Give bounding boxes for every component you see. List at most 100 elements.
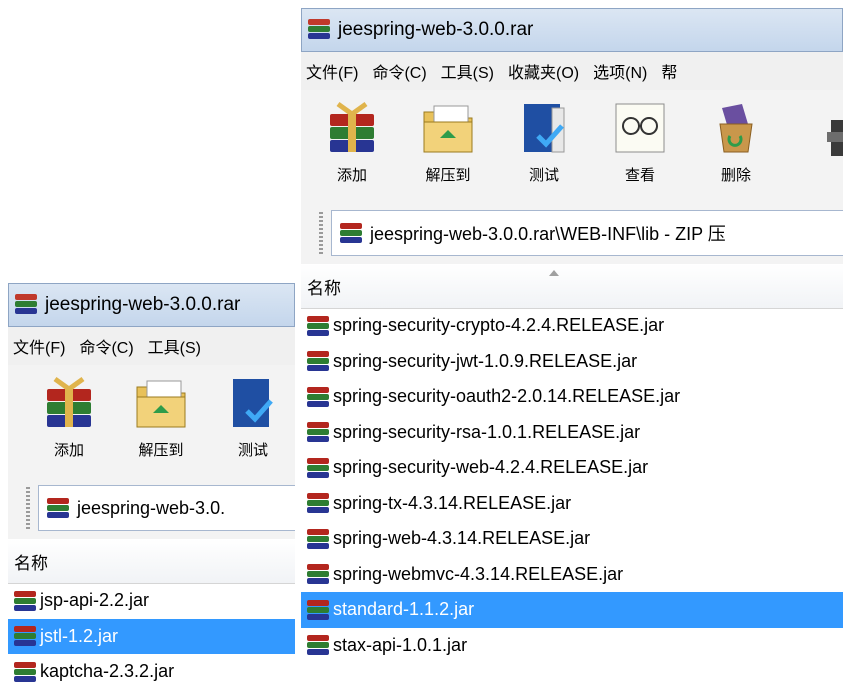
rar-archive-icon — [15, 294, 37, 316]
address-bar: jeespring-web-3.0. — [8, 477, 295, 540]
file-row[interactable]: spring-webmvc-4.3.14.RELEASE.jar — [301, 557, 843, 593]
extract-to-button[interactable]: 解压到 — [411, 100, 485, 185]
file-name: jsp-api-2.2.jar — [40, 590, 150, 611]
extract-folder-icon — [133, 375, 189, 431]
menu-tools[interactable]: 工具(S) — [145, 334, 212, 358]
address-grip[interactable] — [319, 212, 323, 254]
delete-button[interactable]: 删除 — [699, 100, 773, 185]
menu-commands[interactable]: 命令(C) — [76, 334, 144, 358]
menu-bar: 文件(F) 命令(C) 工具(S) 收藏夹(O) 选项(N) 帮 — [301, 52, 843, 91]
file-row[interactable]: kaptcha-2.3.2.jar — [8, 654, 295, 688]
path-text: jeespring-web-3.0. — [77, 497, 226, 518]
file-name: spring-web-4.3.14.RELEASE.jar — [333, 528, 591, 549]
delete-label: 删除 — [720, 167, 751, 184]
file-name: spring-security-web-4.2.4.RELEASE.jar — [333, 457, 649, 478]
test-book-icon — [225, 375, 281, 431]
file-list: spring-security-crypto-4.2.4.RELEASE.jar… — [301, 308, 843, 663]
file-name: spring-security-rsa-1.0.1.RELEASE.jar — [333, 421, 641, 442]
jar-file-icon — [14, 590, 36, 611]
extract-to-label: 解压到 — [138, 442, 184, 459]
file-name: stax-api-1.0.1.jar — [333, 634, 468, 655]
file-row[interactable]: spring-security-rsa-1.0.1.RELEASE.jar — [301, 415, 843, 451]
file-row[interactable]: spring-security-oauth2-2.0.14.RELEASE.ja… — [301, 379, 843, 415]
title-bar[interactable]: jeespring-web-3.0.0.rar — [8, 283, 295, 327]
jar-file-icon — [307, 351, 329, 372]
jar-file-icon — [307, 493, 329, 514]
menu-commands[interactable]: 命令(C) — [369, 59, 437, 83]
menu-tools[interactable]: 工具(S) — [438, 59, 505, 83]
next-tool-icon[interactable] — [817, 114, 843, 164]
jar-file-icon — [307, 386, 329, 407]
menu-file[interactable]: 文件(F) — [303, 59, 369, 83]
address-bar: jeespring-web-3.0.0.rar\WEB-INF\lib - ZI… — [301, 202, 843, 265]
jar-file-icon — [307, 635, 329, 656]
file-name: spring-security-crypto-4.2.4.RELEASE.jar — [333, 315, 665, 336]
test-label: 测试 — [528, 167, 559, 184]
menu-file[interactable]: 文件(F) — [10, 334, 76, 358]
address-grip[interactable] — [26, 487, 30, 529]
menu-favorites[interactable]: 收藏夹(O) — [505, 59, 590, 83]
column-header-name[interactable]: 名称 — [8, 539, 295, 584]
rar-archive-icon — [47, 498, 69, 518]
menu-bar: 文件(F) 命令(C) 工具(S) — [8, 327, 295, 366]
add-button[interactable]: 添加 — [315, 100, 389, 185]
test-button[interactable]: 测试 — [507, 100, 581, 185]
file-row[interactable]: stax-api-1.0.1.jar — [301, 628, 843, 664]
add-button[interactable]: 添加 — [32, 375, 106, 460]
column-name-label: 名称 — [307, 278, 341, 298]
file-row[interactable]: spring-security-web-4.2.4.RELEASE.jar — [301, 450, 843, 486]
rar-archive-icon — [340, 223, 362, 243]
column-name-label: 名称 — [14, 553, 48, 573]
file-row[interactable]: jsp-api-2.2.jar — [8, 583, 295, 619]
toolbar: 添加 解压到 测试 — [8, 365, 295, 477]
extract-to-button[interactable]: 解压到 — [124, 375, 198, 460]
rar-archive-icon — [308, 19, 330, 41]
jar-file-icon — [307, 528, 329, 549]
menu-options[interactable]: 选项(N) — [590, 59, 658, 83]
jar-file-icon — [307, 422, 329, 443]
sort-ascending-icon — [549, 270, 559, 276]
file-name: jstl-1.2.jar — [40, 625, 119, 646]
file-name: spring-security-jwt-1.0.9.RELEASE.jar — [333, 350, 638, 371]
winrar-window-front: jeespring-web-3.0.0.rar 文件(F) 命令(C) 工具(S… — [301, 8, 843, 688]
test-book-icon — [516, 100, 572, 156]
add-archive-icon — [41, 375, 97, 431]
jar-file-icon — [307, 457, 329, 478]
test-label: 测试 — [237, 442, 268, 459]
file-list: jsp-api-2.2.jar jstl-1.2.jar kaptcha-2.3.2… — [8, 583, 295, 688]
view-button[interactable]: 查看 — [603, 100, 677, 185]
file-row[interactable]: spring-tx-4.3.14.RELEASE.jar — [301, 486, 843, 522]
path-field[interactable]: jeespring-web-3.0.0.rar\WEB-INF\lib - ZI… — [331, 210, 843, 256]
file-name: spring-webmvc-4.3.14.RELEASE.jar — [333, 563, 624, 584]
jar-file-icon — [307, 564, 329, 585]
file-name: kaptcha-2.3.2.jar — [40, 661, 175, 682]
path-field[interactable]: jeespring-web-3.0. — [38, 485, 295, 531]
window-title: jeespring-web-3.0.0.rar — [338, 19, 534, 40]
test-button[interactable]: 测试 — [216, 375, 290, 460]
title-bar[interactable]: jeespring-web-3.0.0.rar — [301, 8, 843, 52]
file-row[interactable]: spring-security-jwt-1.0.9.RELEASE.jar — [301, 344, 843, 380]
jar-file-icon — [307, 315, 329, 336]
add-label: 添加 — [53, 442, 84, 459]
toolbar: 添加 解压到 测试 — [301, 90, 843, 202]
file-row[interactable]: jstl-1.2.jar — [8, 618, 295, 654]
view-label: 查看 — [624, 167, 655, 184]
jar-file-icon — [14, 661, 36, 682]
delete-bin-icon — [708, 100, 764, 156]
extract-folder-icon — [420, 100, 476, 156]
file-name: spring-tx-4.3.14.RELEASE.jar — [333, 492, 572, 513]
window-title: jeespring-web-3.0.0.rar — [45, 294, 241, 315]
menu-help[interactable]: 帮 — [658, 59, 688, 83]
jar-file-icon — [14, 626, 36, 647]
file-row[interactable]: standard-1.1.2.jar — [301, 592, 843, 628]
path-text: jeespring-web-3.0.0.rar\WEB-INF\lib - ZI… — [370, 224, 726, 244]
jar-file-icon — [307, 599, 329, 620]
file-name: standard-1.1.2.jar — [333, 599, 475, 620]
add-archive-icon — [324, 100, 380, 156]
column-header-name[interactable]: 名称 — [301, 264, 843, 309]
file-row[interactable]: spring-security-crypto-4.2.4.RELEASE.jar — [301, 308, 843, 344]
file-row[interactable]: spring-web-4.3.14.RELEASE.jar — [301, 521, 843, 557]
file-name: spring-security-oauth2-2.0.14.RELEASE.ja… — [333, 386, 681, 407]
winrar-window-back: jeespring-web-3.0.0.rar 文件(F) 命令(C) 工具(S… — [8, 283, 295, 688]
view-glasses-icon — [612, 100, 668, 156]
